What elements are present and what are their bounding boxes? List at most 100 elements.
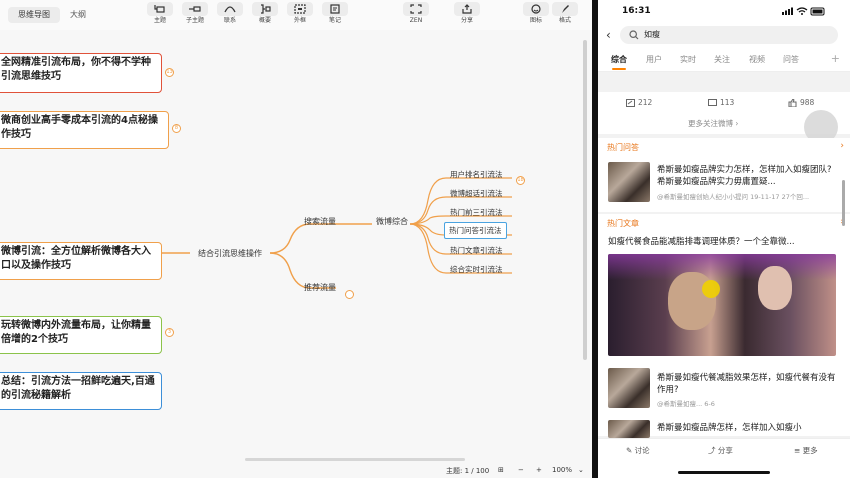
subtopic-button[interactable]: 子主题	[178, 2, 212, 28]
comment-stat[interactable]: 113	[708, 98, 734, 107]
like-count: 988	[800, 98, 815, 107]
discuss-button[interactable]: ✎ 讨论	[626, 445, 650, 456]
topic-label: 主题	[153, 17, 166, 24]
active-tab-indicator	[612, 68, 626, 70]
article-thumbnail[interactable]	[608, 420, 650, 438]
screen: 思维导图 大纲 主题 子主题 联系 概要 外框 笔记 ZEN 分享 图标 格式 …	[0, 0, 850, 478]
comment-icon	[708, 99, 717, 106]
relation-icon	[224, 6, 236, 13]
tab-comprehensive[interactable]: 综合	[611, 54, 627, 65]
leaf-item[interactable]: 综合实时引流法	[450, 264, 503, 275]
like-stat[interactable]: 988	[788, 98, 815, 108]
share-button[interactable]: ⤴ 分享	[708, 445, 733, 456]
fullscreen-icon	[410, 4, 422, 14]
mindmap-canvas[interactable]: 全网精准引流布局，你不得不学种引流思维技巧 13 微商创业高手零成本引流的4点秘…	[0, 30, 592, 460]
zoom-level[interactable]: 100%	[552, 466, 572, 474]
chevron-down-icon[interactable]: ⌄	[578, 466, 584, 474]
note-button[interactable]: 笔记	[318, 2, 352, 28]
leaf-item-selected[interactable]: 热门问答引流法	[444, 222, 507, 239]
home-indicator[interactable]	[678, 471, 770, 474]
thumbs-up-icon	[788, 98, 797, 108]
node-topic-2[interactable]: 微商创业高手零成本引流的4点秘操作技巧	[0, 111, 169, 149]
back-chevron-icon[interactable]: ‹	[606, 28, 611, 42]
horizontal-scrollbar[interactable]	[245, 458, 465, 461]
tab-mindmap[interactable]: 思维导图	[8, 7, 60, 23]
article-title[interactable]: 希斯曼如瘦代餐减脂效果怎样，如瘦代餐有没有作用?	[657, 372, 837, 396]
relation-button[interactable]: 联系	[213, 2, 247, 28]
leaf-item[interactable]: 热门文章引流法	[450, 245, 503, 256]
tab-qa[interactable]: 问答	[783, 54, 799, 65]
map-icon[interactable]: ⊞	[498, 466, 504, 474]
summary-label: 概要	[258, 17, 271, 24]
qa-thumbnail[interactable]	[608, 162, 650, 202]
tab-video[interactable]: 视频	[749, 54, 765, 65]
more-button[interactable]: ≡ 更多	[794, 445, 818, 456]
branch-main[interactable]: 结合引流思维操作	[198, 248, 262, 259]
branch-search-traffic[interactable]: 搜索流量	[304, 216, 336, 227]
leaf-item[interactable]: 热门前三引流法	[450, 207, 503, 218]
status-icons	[782, 7, 825, 16]
leaf-item[interactable]: 微博超话引流法	[450, 188, 503, 199]
note-label: 笔记	[328, 17, 341, 24]
section-title: 热门问答	[607, 143, 639, 152]
zen-button[interactable]: ZEN	[399, 2, 433, 28]
qa-title[interactable]: 希斯曼如瘦品牌实力怎样，怎样加入如瘦团队?希斯曼如瘦品牌实力毋庸置疑...	[657, 164, 837, 188]
comment-count: 113	[720, 98, 735, 107]
subtopic-label: 子主题	[185, 17, 204, 24]
collapse-badge[interactable]	[345, 290, 354, 299]
summary-icon	[261, 4, 271, 14]
boundary-button[interactable]: 外框	[283, 2, 317, 28]
share-icon	[462, 4, 472, 14]
tab-realtime[interactable]: 实时	[680, 54, 696, 65]
branch-weibo[interactable]: 微博综合	[376, 216, 408, 227]
branch-recommend-traffic[interactable]: 推荐流量	[304, 282, 336, 293]
node-topic-1[interactable]: 全网精准引流布局，你不得不学种引流思维技巧	[0, 53, 162, 93]
tab-outline[interactable]: 大纲	[70, 7, 86, 23]
scroll-indicator	[842, 180, 845, 226]
share-button[interactable]: 分享	[450, 2, 484, 28]
topic-button[interactable]: 主题	[143, 2, 177, 28]
search-query: 如瘦	[644, 30, 660, 39]
topic-count: 主题: 1 / 100	[446, 467, 490, 475]
article-headline[interactable]: 如瘦代餐食品能减脂排毒调理体质？一个全靠微...	[608, 236, 840, 248]
node-count-badge[interactable]: 3	[165, 328, 174, 337]
search-row: ‹ 如瘦	[598, 22, 850, 48]
node-topic-4[interactable]: 玩转微博内外流量布局，让你精量倍增的2个技巧	[0, 316, 162, 354]
add-tab-icon[interactable]: +	[831, 52, 840, 65]
search-input[interactable]: 如瘦	[620, 26, 838, 44]
result-tabs: 综合 用户 实时 关注 视频 问答 +	[598, 48, 850, 72]
article-thumbnail[interactable]	[608, 368, 650, 408]
hot-qa-section: 热门问答 › 希斯曼如瘦品牌实力怎样，怎样加入如瘦团队?希斯曼如瘦品牌实力毋庸置…	[598, 138, 850, 212]
node-count-badge[interactable]: 8	[172, 124, 181, 133]
share-icon: ⤴	[708, 446, 718, 455]
leaf-item[interactable]: 用户排名引流法	[450, 169, 503, 180]
section-title: 热门文章	[607, 219, 639, 228]
node-topic-3[interactable]: 微博引流：全方位解析微博各大入口以及操作技巧	[0, 242, 162, 280]
article-cover-image[interactable]	[608, 254, 836, 356]
zoom-in-button[interactable]: +	[536, 466, 542, 474]
node-count-badge[interactable]: 13	[165, 68, 174, 77]
node-count-badge[interactable]: 18	[516, 176, 525, 185]
summary-button[interactable]: 概要	[248, 2, 282, 28]
article-title[interactable]: 希斯曼如瘦品牌怎样，怎样加入如瘦小	[657, 422, 841, 434]
photo-person	[758, 266, 792, 310]
subtopic-icon	[189, 6, 201, 12]
tab-following[interactable]: 关注	[714, 54, 730, 65]
status-bar: 主题: 1 / 100 ⊞ − + 100% ⌄	[0, 462, 592, 478]
repost-stat[interactable]: 212	[626, 98, 652, 107]
chevron-right-icon[interactable]: ›	[840, 141, 844, 151]
boundary-label: 外框	[293, 17, 306, 24]
relation-label: 联系	[223, 17, 236, 24]
edit-icon: ✎	[626, 446, 635, 455]
format-button[interactable]: 格式	[548, 2, 582, 28]
tab-users[interactable]: 用户	[646, 54, 662, 65]
clock: 16:31	[622, 6, 651, 16]
zoom-out-button[interactable]: −	[518, 466, 524, 474]
vertical-scrollbar[interactable]	[583, 40, 587, 360]
mindmap-toolbar: 思维导图 大纲 主题 子主题 联系 概要 外框 笔记 ZEN 分享 图标 格式	[0, 0, 592, 30]
more-follow-link[interactable]: 更多关注微博 ›	[688, 118, 738, 129]
share-label: 分享	[460, 17, 473, 24]
topic-icon	[154, 5, 165, 13]
photo-lighting	[608, 254, 836, 280]
node-topic-5[interactable]: 总结：引流方法一招鲜吃遍天,百通的引流秘籍解析	[0, 372, 162, 410]
